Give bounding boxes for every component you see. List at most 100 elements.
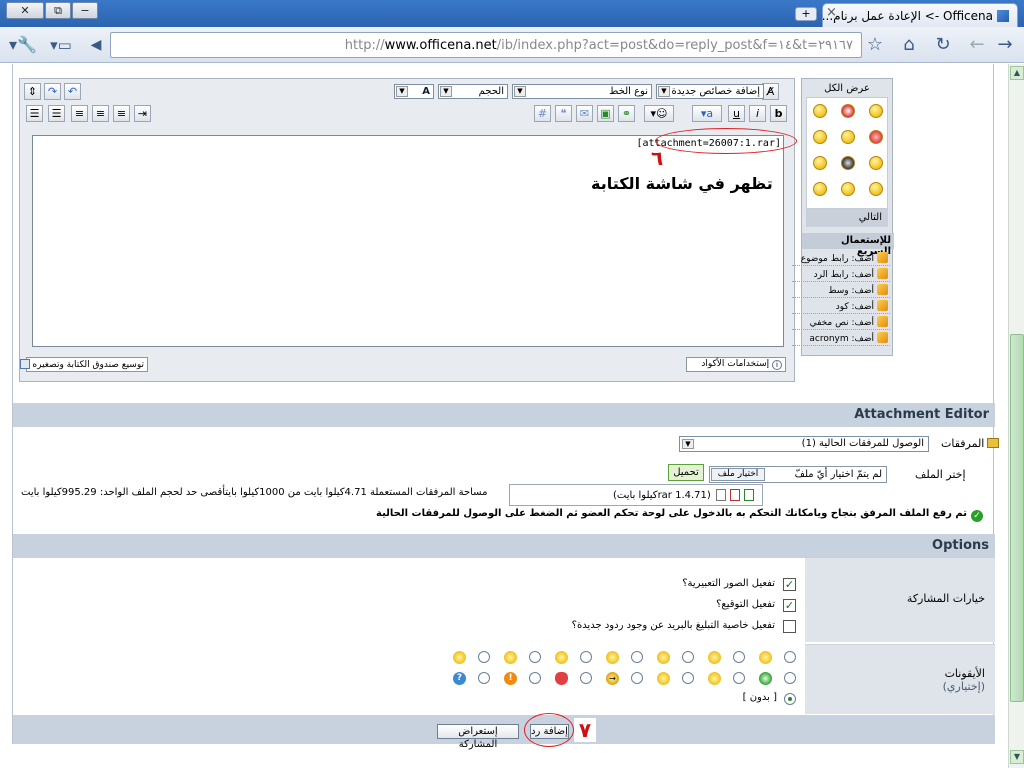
quick-item-label: أضف: acronym [809,334,874,344]
tab-title: Officena -> الإعادة عمل برنام... [822,9,993,23]
undo-icon[interactable]: ↶ [64,83,81,100]
show-all-emoticons-link[interactable]: عرض الكل [806,83,888,97]
icon-radio[interactable] [733,672,745,684]
quick-add-topic-link[interactable]: أضف: رابط موضوع [792,251,890,266]
color-select[interactable]: ▼ A [394,84,434,99]
icon-radio[interactable] [784,672,796,684]
post-options-label: خيارات المشاركة [805,558,995,642]
confused-emoticon-icon[interactable] [841,130,855,144]
new-tab-button[interactable]: + [795,7,817,21]
quote-icon[interactable]: ❝ [555,105,572,122]
icon-radio[interactable] [478,672,490,684]
happy-emoticon-icon[interactable] [869,182,883,196]
align-left-icon[interactable]: ≡ [71,105,88,122]
scroll-thumb[interactable] [1010,334,1024,702]
icon-radio[interactable] [733,651,745,663]
home-icon[interactable]: ⌂ [898,33,920,57]
link-icon[interactable]: ⚭ [618,105,635,122]
quick-add-code[interactable]: أضف: كود [792,299,890,314]
icon-radio[interactable] [580,672,592,684]
underline-button[interactable]: u [728,105,745,122]
props-select[interactable]: ▼ إضافة خصائص جديدة [656,84,764,99]
quick-add-center[interactable]: أضف: وسط [792,283,890,298]
delete-file-icon[interactable] [730,489,740,501]
icon-radio[interactable] [682,672,694,684]
choose-file-button[interactable]: اختيار ملف [711,468,765,481]
page-menu-icon[interactable]: ▾▭ [44,33,78,57]
bookmark-star-icon[interactable]: ☆ [864,33,886,57]
forward-icon[interactable]: → [994,33,1016,57]
icon-radio[interactable] [682,651,694,663]
window-close-button[interactable]: ✕ [6,2,44,19]
indent-icon[interactable]: ⇥ [134,105,151,122]
image-icon[interactable]: ▣ [597,105,614,122]
text-color-icon[interactable]: ▾a [692,105,722,122]
browser-tab[interactable]: Officena -> الإعادة عمل برنام... [822,3,1018,27]
add-to-post-icon[interactable] [744,489,754,501]
choose-file-label: إختر الملف [915,468,966,481]
headphones-emoticon-icon[interactable] [841,156,855,170]
enable-emoticons-checkbox[interactable]: ✓ [783,578,796,591]
rose-emoticon-icon[interactable] [841,104,855,118]
neutral-emoticon-icon[interactable] [869,156,883,170]
no-icon-radio[interactable] [784,693,796,705]
icon-radio[interactable] [784,651,796,663]
file-input[interactable]: اختيار ملف لم يتمّ اختيار أيّ ملفّ [709,466,887,483]
bullet-list-icon[interactable]: ☰ [26,105,43,122]
scroll-up-icon[interactable]: ▲ [1010,66,1024,80]
clean-format-icon[interactable]: A̸ [762,83,779,100]
font-select[interactable]: ▼ نوع الخط [512,84,652,99]
quick-add-reply-link[interactable]: أضف: رابط الرد [792,267,890,282]
icon-radio[interactable] [529,651,541,663]
icon-radio[interactable] [478,651,490,663]
align-right-icon[interactable]: ≡ [113,105,130,122]
align-center-icon[interactable]: ≡ [92,105,109,122]
email-notify-checkbox[interactable] [783,620,796,633]
icon-radio[interactable] [631,651,643,663]
grin-emoticon-icon[interactable] [813,104,827,118]
shy-emoticon-icon[interactable] [813,182,827,196]
scroll-down-icon[interactable]: ▼ [1010,750,1024,764]
mad-emoticon-icon[interactable] [813,130,827,144]
code-icon[interactable]: # [534,105,551,122]
cool-emoticon-icon[interactable] [813,156,827,170]
angry-emoticon-icon[interactable] [869,130,883,144]
back-icon[interactable]: ← [966,33,988,57]
upload-button[interactable]: تحميل [668,464,704,481]
smile-icon [759,651,772,664]
window-minimize-button[interactable]: − [72,2,98,19]
quick-add-acronym[interactable]: أضف: acronym [792,331,890,346]
bold-button[interactable]: b [770,105,787,122]
italic-button[interactable]: i [749,105,766,122]
codes-help-button[interactable]: i إستخدامات الأكواد [686,357,786,372]
quick-add-hidden-text[interactable]: أضف: نص مخفي [792,315,890,330]
annotation-number: ٦ [651,146,664,170]
resize-icon[interactable]: ⇕ [24,83,41,100]
tab-close-icon[interactable]: × [826,5,837,20]
address-bar[interactable]: http://www.officena.net/ib/index.php?act… [110,32,862,58]
quick-item-label: أضف: رابط موضوع [800,254,874,264]
go-icon[interactable]: ◀ [86,33,106,57]
expand-editor-button[interactable]: توسيع صندوق الكتابة وتصغيره [19,357,148,372]
reload-icon[interactable]: ↻ [932,33,954,57]
wrench-menu-icon[interactable]: ▾🔧 [6,33,40,57]
current-attachments-select[interactable]: ▼ الوصول للمرفقات الحالية (1) [679,436,929,452]
post-textarea[interactable]: [attachment=26007:1.rar] ٦ تظهر في شاشة … [32,128,797,347]
icon-radio[interactable] [580,651,592,663]
sunglasses-emoticon-icon[interactable] [841,182,855,196]
window-restore-button[interactable]: ⧉ [45,2,71,19]
page-scrollbar[interactable]: ▲ ▼ [1008,64,1024,768]
enable-signature-checkbox[interactable]: ✓ [783,599,796,612]
smile-emoticon-icon[interactable] [869,104,883,118]
preview-post-button[interactable]: إستعراض المشاركة [437,724,519,750]
attachments-label: المرفقات [941,437,1000,450]
size-select[interactable]: ▼ الحجم [438,84,508,99]
icon-radio[interactable] [631,672,643,684]
emoticon-insert-icon[interactable]: ▾☺ [644,105,674,122]
email-icon[interactable]: ✉ [576,105,593,122]
numbered-list-icon[interactable]: ☰ [48,105,65,122]
next-emoticons-link[interactable]: التالي [806,209,888,227]
editor-box: A̸ ▼ إضافة خصائص جديدة ▼ نوع الخط ▼ الحجم ▼… [19,78,797,382]
redo-icon[interactable]: ↷ [44,83,61,100]
icon-radio[interactable] [529,672,541,684]
